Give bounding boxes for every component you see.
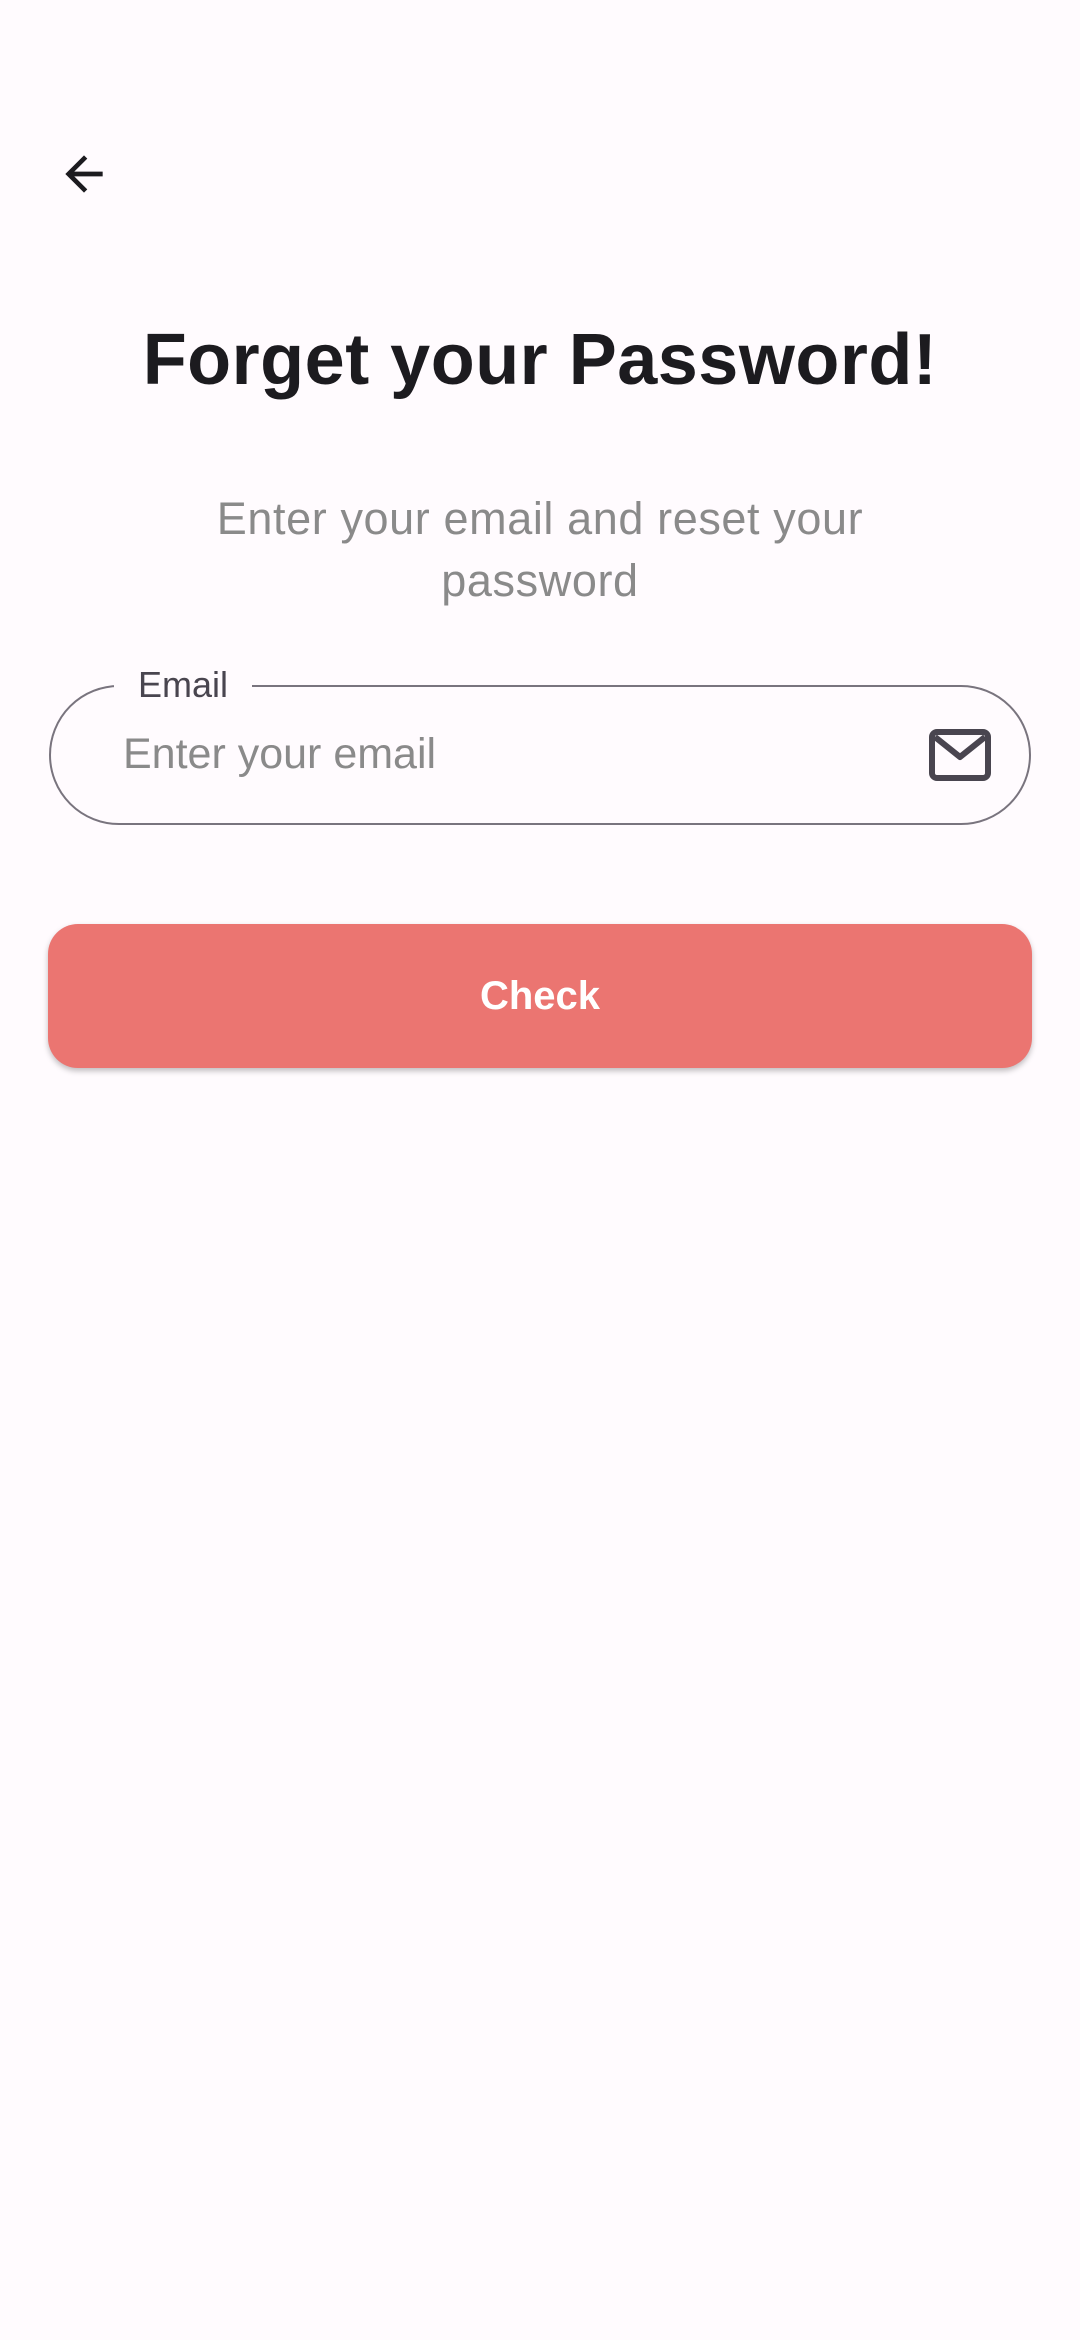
page-title: Forget your Password! — [142, 320, 938, 400]
back-button[interactable] — [48, 138, 120, 210]
page-subtitle: Enter your email and reset your password — [216, 493, 864, 606]
email-input[interactable] — [123, 687, 903, 822]
check-button-label: Check — [479, 973, 601, 1018]
check-button[interactable]: Check — [48, 924, 1032, 1068]
mail-icon — [929, 729, 991, 781]
arrow-left-icon — [65, 155, 103, 193]
email-field[interactable]: Email — [49, 661, 1031, 825]
